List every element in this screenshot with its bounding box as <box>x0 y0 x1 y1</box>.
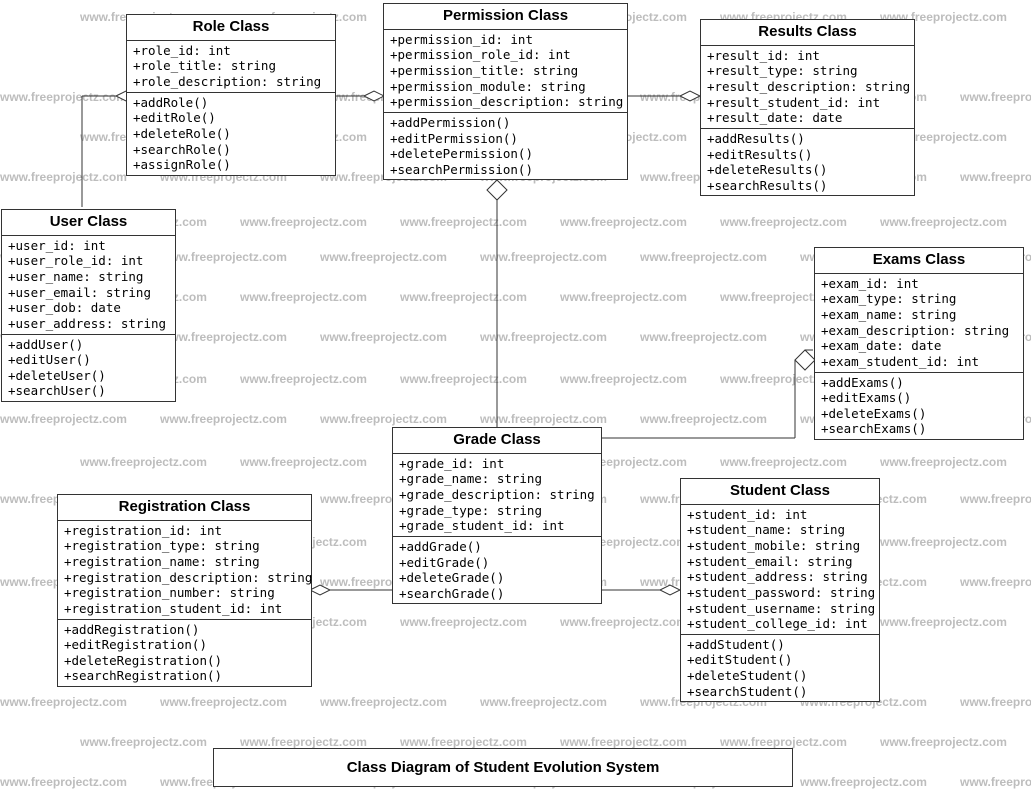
class-permission-attrs: +permission_id: int+permission_role_id: … <box>384 30 627 112</box>
class-student-attrs: +student_id: int+student_name: string+st… <box>681 505 879 634</box>
class-registration: Registration Class +registration_id: int… <box>57 494 312 687</box>
class-exams-attrs: +exam_id: int+exam_type: string+exam_nam… <box>815 274 1023 372</box>
class-grade-ops: +addGrade()+editGrade()+deleteGrade()+se… <box>393 536 601 604</box>
class-role-title: Role Class <box>127 15 335 41</box>
class-exams-ops: +addExams()+editExams()+deleteExams()+se… <box>815 372 1023 440</box>
class-user-attrs: +user_id: int+user_role_id: int+user_nam… <box>2 236 175 334</box>
class-grade: Grade Class +grade_id: int+grade_name: s… <box>392 427 602 604</box>
class-student-ops: +addStudent()+editStudent()+deleteStuden… <box>681 634 879 702</box>
class-exams: Exams Class +exam_id: int+exam_type: str… <box>814 247 1024 440</box>
class-results-attrs: +result_id: int+result_type: string+resu… <box>701 46 914 128</box>
class-student: Student Class +student_id: int+student_n… <box>680 478 880 702</box>
class-role-attrs: +role_id: int+role_title: string+role_de… <box>127 41 335 92</box>
class-role-ops: +addRole()+editRole()+deleteRole()+searc… <box>127 92 335 175</box>
class-permission: Permission Class +permission_id: int+per… <box>383 3 628 180</box>
class-registration-attrs: +registration_id: int+registration_type:… <box>58 521 311 619</box>
class-registration-title: Registration Class <box>58 495 311 521</box>
class-results: Results Class +result_id: int+result_typ… <box>700 19 915 196</box>
class-results-ops: +addResults()+editResults()+deleteResult… <box>701 128 914 196</box>
class-exams-title: Exams Class <box>815 248 1023 274</box>
class-permission-title: Permission Class <box>384 4 627 30</box>
class-results-title: Results Class <box>701 20 914 46</box>
class-role: Role Class +role_id: int+role_title: str… <box>126 14 336 176</box>
class-grade-title: Grade Class <box>393 428 601 454</box>
class-registration-ops: +addRegistration()+editRegistration()+de… <box>58 619 311 687</box>
diagram-caption: Class Diagram of Student Evolution Syste… <box>213 748 793 787</box>
class-user: User Class +user_id: int+user_role_id: i… <box>1 209 176 402</box>
class-user-ops: +addUser()+editUser()+deleteUser()+searc… <box>2 334 175 402</box>
class-grade-attrs: +grade_id: int+grade_name: string+grade_… <box>393 454 601 536</box>
class-permission-ops: +addPermission()+editPermission()+delete… <box>384 112 627 180</box>
class-user-title: User Class <box>2 210 175 236</box>
class-student-title: Student Class <box>681 479 879 505</box>
